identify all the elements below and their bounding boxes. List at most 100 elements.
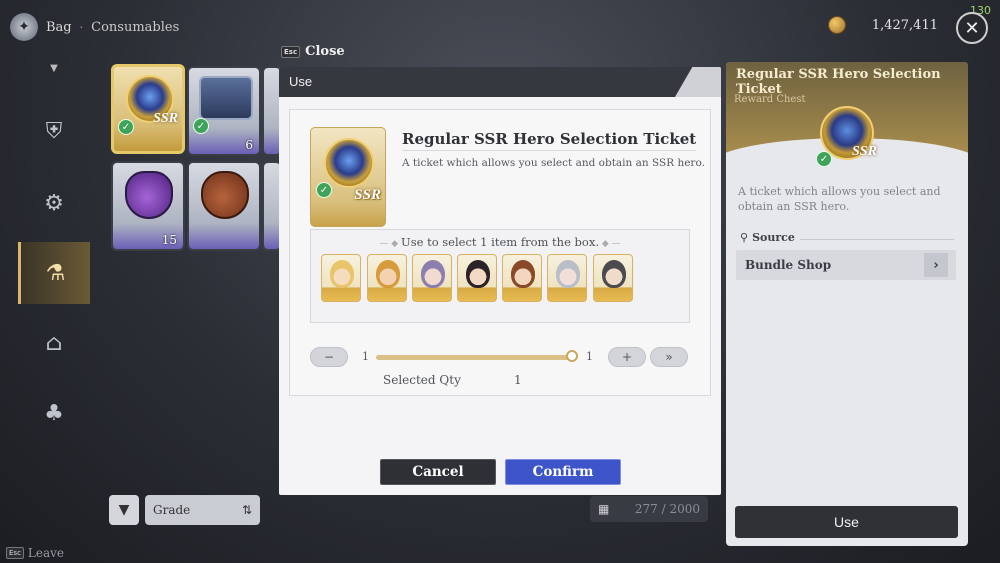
chevron-right-icon: › xyxy=(924,253,948,277)
sidebar-scroll-up[interactable]: ▼ xyxy=(18,56,90,80)
sort-grade-button[interactable]: Grade ⇅ xyxy=(145,495,260,525)
item-name: Regular SSR Hero Selection Ticket xyxy=(402,130,697,148)
check-icon: ✓ xyxy=(118,119,134,135)
confirm-button[interactable]: Confirm xyxy=(505,459,621,485)
hero-option[interactable] xyxy=(593,254,633,302)
hero-portrait-icon xyxy=(330,260,354,288)
ssr-badge: SSR xyxy=(153,111,178,126)
use-dialog: Use SSR ✓ Regular SSR Hero Selection Tic… xyxy=(279,67,721,495)
close-label: Close xyxy=(305,44,345,59)
armor-icon: ⛨ xyxy=(45,118,63,144)
leave-label: Leave xyxy=(27,546,65,560)
item-info-panel: Regular SSR Hero Selection Ticket Reward… xyxy=(726,62,968,546)
capacity-value: 277 / 2000 xyxy=(634,502,700,516)
info-title: Regular SSR Hero Selection Ticket xyxy=(736,67,941,97)
source-label: Source xyxy=(752,231,795,244)
info-header: Regular SSR Hero Selection Ticket Reward… xyxy=(726,62,968,198)
gold-coin-icon xyxy=(827,16,846,34)
divider xyxy=(402,150,696,151)
sidebar-item-equipment[interactable]: ⛨ xyxy=(18,100,90,162)
close-icon: ✕ xyxy=(964,17,980,39)
quantity-slider-track[interactable] xyxy=(376,355,572,360)
selected-qty-value: 1 xyxy=(514,373,522,387)
chest-icon xyxy=(199,76,253,120)
item-description: A ticket which allows you select and obt… xyxy=(402,157,705,169)
sort-order-icon: ⇅ xyxy=(241,503,252,517)
decor-dash: ◆ — xyxy=(598,239,621,249)
hero-option[interactable] xyxy=(321,254,361,302)
breadcrumb-root[interactable]: Bag xyxy=(46,20,72,35)
increase-button[interactable]: + xyxy=(608,347,646,367)
max-quantity: 1 xyxy=(586,350,593,363)
gear-icon: ⚙ xyxy=(44,190,64,216)
sidebar-item-consumables[interactable]: ⚗ xyxy=(18,242,90,304)
gold-display: 1,427,411 xyxy=(827,16,938,34)
chevron-down-icon: ▼ xyxy=(50,62,58,74)
item-quantity: 15 xyxy=(161,233,177,247)
inventory-slot-potion[interactable]: 15 xyxy=(111,161,185,251)
filter-button[interactable]: ▼ xyxy=(109,495,139,525)
leave-hint[interactable]: Esc Leave xyxy=(6,546,64,560)
esc-key-icon: Esc xyxy=(6,547,24,559)
sidebar-item-pouch[interactable]: ♣ xyxy=(18,382,90,444)
cloche-icon: ⌂ xyxy=(45,330,63,356)
inventory-slot-ssr-ticket[interactable]: SSR ✓ xyxy=(111,64,185,154)
hero-option[interactable] xyxy=(412,254,452,302)
max-quantity-button[interactable]: » xyxy=(650,347,688,367)
hero-portrait-icon xyxy=(466,260,490,288)
esc-key-icon: Esc xyxy=(281,45,301,58)
grid-icon: ▦ xyxy=(598,502,610,516)
bag-capacity: ▦ 277 / 2000 xyxy=(590,496,708,522)
source-item-label: Bundle Shop xyxy=(745,258,832,272)
pouch-icon: ♣ xyxy=(44,400,64,426)
source-bundle-shop[interactable]: Bundle Shop › xyxy=(736,250,956,280)
hero-option[interactable] xyxy=(502,254,542,302)
ssr-badge: SSR xyxy=(354,187,381,203)
item-quantity: 6 xyxy=(245,138,253,152)
item-card: SSR ✓ xyxy=(310,127,386,227)
info-description: A ticket which allows you select and obt… xyxy=(738,185,941,213)
inventory-slot-pouch[interactable] xyxy=(187,161,261,251)
inventory-slot-chest[interactable]: ✓ 6 xyxy=(187,66,261,156)
decrease-button[interactable]: − xyxy=(310,347,348,367)
cancel-button[interactable]: Cancel xyxy=(380,459,496,485)
dialog-header-accent xyxy=(661,67,721,97)
hero-option[interactable] xyxy=(367,254,407,302)
info-subtitle: Reward Chest xyxy=(734,94,806,105)
selection-label: Use to select 1 item from the box. xyxy=(401,235,599,249)
hero-selection-box: — ◆ Use to select 1 item from the box. ◆… xyxy=(310,229,690,323)
modal-close-hint[interactable]: Esc Close xyxy=(281,44,345,59)
close-button[interactable]: ✕ xyxy=(956,12,988,44)
breadcrumb: ✦ Bag · Consumables xyxy=(10,12,179,42)
dialog-header xyxy=(279,67,721,97)
hero-option[interactable] xyxy=(547,254,587,302)
hero-portrait-icon xyxy=(511,260,535,288)
breadcrumb-separator: · xyxy=(79,20,84,34)
filter-icon: ▼ xyxy=(118,502,130,518)
backpack-icon: ✦ xyxy=(10,13,38,41)
pouch-icon xyxy=(201,171,249,219)
quantity-selector: − 1 1 + » xyxy=(310,347,690,369)
sidebar-item-materials[interactable]: ⚙ xyxy=(18,172,90,234)
gold-amount: 1,427,411 xyxy=(871,17,938,33)
breadcrumb-current: Consumables xyxy=(91,19,180,35)
hero-portrait-icon xyxy=(602,260,626,288)
ticket-icon xyxy=(324,138,374,188)
ssr-badge: SSR xyxy=(852,144,877,159)
check-icon: ✓ xyxy=(193,118,209,134)
sort-label: Grade xyxy=(153,503,191,517)
selection-instructions: — ◆ Use to select 1 item from the box. ◆… xyxy=(311,235,689,249)
check-icon: ✓ xyxy=(816,151,832,167)
dialog-body: SSR ✓ Regular SSR Hero Selection Ticket … xyxy=(289,109,711,396)
check-icon: ✓ xyxy=(316,182,332,198)
hero-portrait-icon xyxy=(421,260,445,288)
hero-option[interactable] xyxy=(457,254,497,302)
location-pin-icon: ⚲ xyxy=(740,231,749,244)
decor-dash: — ◆ xyxy=(379,239,402,249)
sidebar-item-food[interactable]: ⌂ xyxy=(18,312,90,374)
potion-icon xyxy=(125,171,173,219)
min-quantity: 1 xyxy=(362,350,369,363)
quantity-slider-handle[interactable] xyxy=(566,350,578,362)
hero-portrait-icon xyxy=(376,260,400,288)
use-button[interactable]: Use xyxy=(735,506,958,538)
